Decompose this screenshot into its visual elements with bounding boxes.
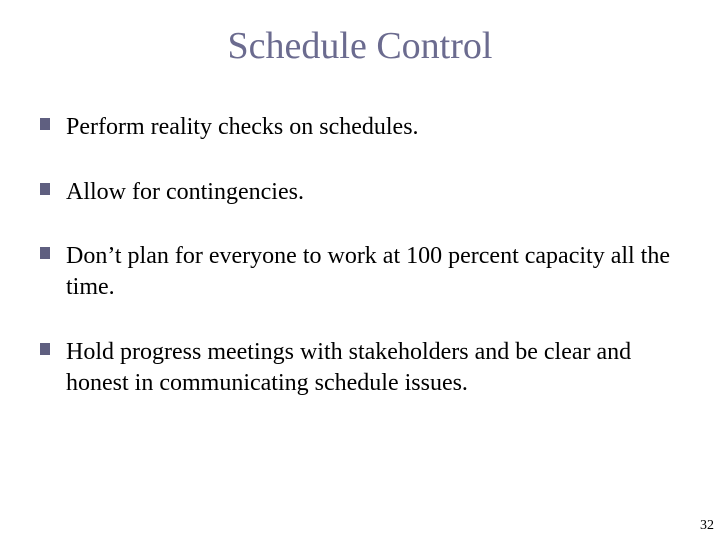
page-number: 32 bbox=[700, 518, 714, 534]
list-item: Don’t plan for everyone to work at 100 p… bbox=[40, 241, 680, 302]
bullet-icon bbox=[40, 183, 50, 195]
bullet-list: Perform reality checks on schedules. All… bbox=[40, 112, 680, 398]
slide: Schedule Control Perform reality checks … bbox=[0, 0, 720, 540]
bullet-icon bbox=[40, 247, 50, 259]
list-item-text: Perform reality checks on schedules. bbox=[66, 114, 419, 140]
list-item: Hold progress meetings with stakeholders… bbox=[40, 337, 680, 398]
list-item-text: Hold progress meetings with stakeholders… bbox=[66, 339, 631, 396]
list-item-text: Don’t plan for everyone to work at 100 p… bbox=[66, 243, 670, 300]
list-item: Perform reality checks on schedules. bbox=[40, 112, 680, 143]
list-item: Allow for contingencies. bbox=[40, 177, 680, 208]
bullet-icon bbox=[40, 118, 50, 130]
page-title: Schedule Control bbox=[40, 24, 680, 68]
bullet-icon bbox=[40, 343, 50, 355]
list-item-text: Allow for contingencies. bbox=[66, 179, 304, 205]
